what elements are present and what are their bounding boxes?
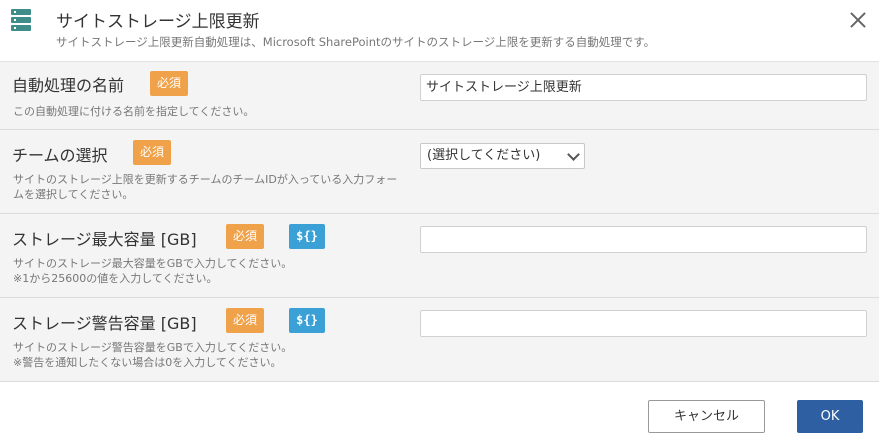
dialog-subtitle: サイトストレージ上限更新自動処理は、Microsoft SharePointのサ… bbox=[56, 35, 656, 49]
dialog-footer: キャンセル OK bbox=[0, 382, 879, 440]
dialog-header: サイトストレージ上限更新 サイトストレージ上限更新自動処理は、Microsoft… bbox=[0, 0, 879, 62]
variable-badge[interactable]: ${} bbox=[289, 224, 325, 249]
field-label: チームの選択 bbox=[12, 146, 108, 165]
field-description-line: ※1から25600の値を入力してください。 bbox=[13, 272, 218, 285]
required-badge: 必須 bbox=[226, 308, 265, 333]
required-badge: 必須 bbox=[226, 224, 265, 249]
warning-storage-input[interactable] bbox=[420, 310, 867, 337]
variable-badge[interactable]: ${} bbox=[289, 308, 325, 333]
field-description-line: ※警告を通知したくない場合は0を入力してください。 bbox=[13, 356, 282, 369]
field-description: サイトのストレージ警告容量をGBで入力してください。 ※警告を通知したくない場合… bbox=[13, 340, 398, 370]
field-automation-name: 自動処理の名前 必須 この自動処理に付ける名前を指定してください。 サイトストレ… bbox=[0, 62, 879, 130]
field-description: この自動処理に付ける名前を指定してください。 bbox=[13, 105, 255, 118]
field-description: サイトのストレージ上限を更新するチームのチームIDが入っている入力フォームを選択… bbox=[13, 173, 398, 201]
field-warning-storage: ストレージ警告容量 [GB] 必須 ${} サイトのストレージ警告容量をGBで入… bbox=[0, 298, 879, 382]
field-max-storage: ストレージ最大容量 [GB] 必須 ${} サイトのストレージ最大容量をGBで入… bbox=[0, 214, 879, 298]
ok-button[interactable]: OK bbox=[797, 400, 863, 433]
cancel-button[interactable]: キャンセル bbox=[648, 400, 765, 433]
field-label: 自動処理の名前 bbox=[12, 76, 125, 95]
close-icon[interactable] bbox=[847, 9, 869, 31]
field-description-line: サイトのストレージ最大容量をGBで入力してください。 bbox=[13, 257, 293, 270]
dialog-title: サイトストレージ上限更新 bbox=[56, 12, 260, 32]
field-description: サイトのストレージ最大容量をGBで入力してください。 ※1から25600の値を入… bbox=[13, 256, 398, 286]
team-select[interactable]: (選択してください) bbox=[420, 143, 585, 169]
required-badge: 必須 bbox=[133, 140, 172, 165]
chevron-down-icon bbox=[567, 148, 580, 161]
server-stack-icon bbox=[11, 9, 31, 31]
field-description-line: サイトのストレージ警告容量をGBで入力してください。 bbox=[13, 341, 293, 354]
max-storage-input[interactable] bbox=[420, 226, 867, 253]
automation-name-input[interactable]: サイトストレージ上限更新 bbox=[420, 74, 867, 101]
field-label: ストレージ警告容量 [GB] bbox=[12, 314, 197, 333]
required-badge: 必須 bbox=[150, 71, 189, 96]
field-team-select: チームの選択 必須 サイトのストレージ上限を更新するチームのチームIDが入ってい… bbox=[0, 130, 879, 214]
field-label: ストレージ最大容量 [GB] bbox=[12, 230, 197, 249]
team-select-value: (選択してください) bbox=[427, 148, 541, 163]
